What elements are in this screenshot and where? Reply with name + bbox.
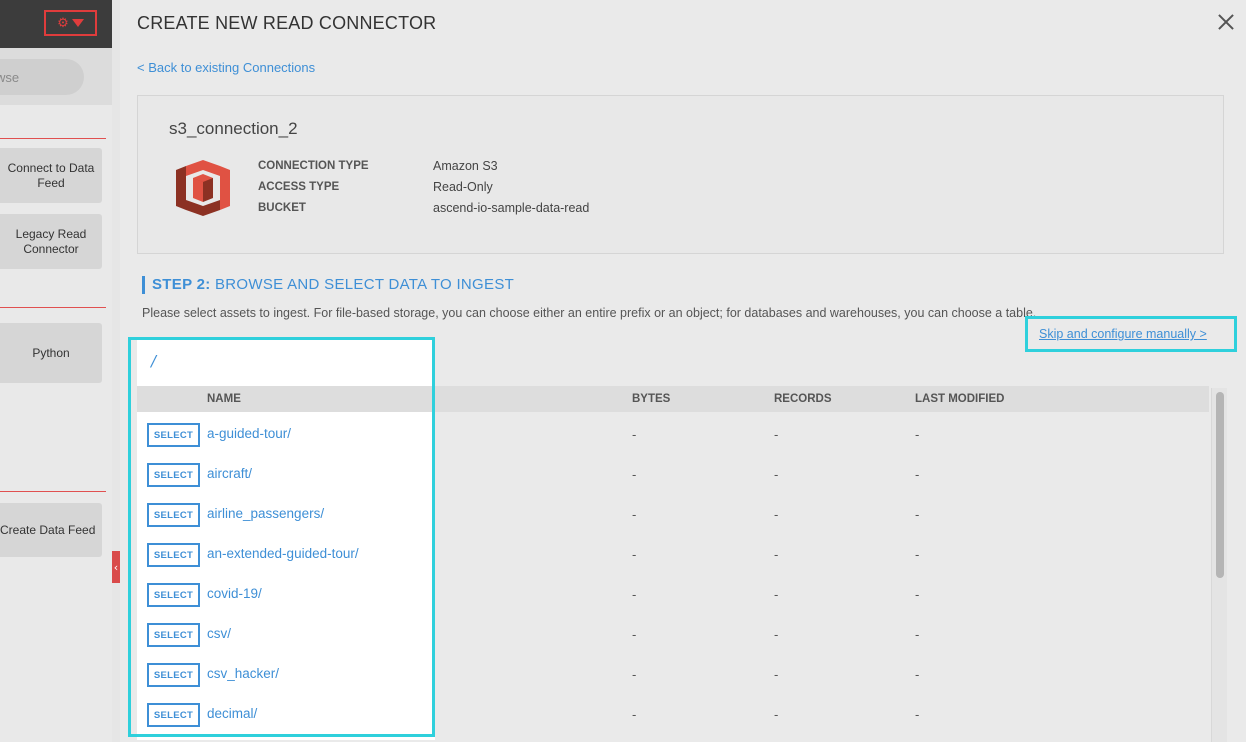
last-modified-cell: -	[915, 587, 920, 602]
last-modified-cell: -	[915, 547, 920, 562]
metadata-key: CONNECTION TYPE	[258, 159, 369, 172]
table-row: SELECT a-guided-tour/ - - -	[137, 415, 1209, 455]
browse-button[interactable]: wse	[0, 59, 84, 95]
back-to-connections-link[interactable]: < Back to existing Connections	[137, 60, 315, 75]
metadata-key: ACCESS TYPE	[258, 180, 340, 193]
step-description: Please select assets to ingest. For file…	[142, 306, 1037, 320]
panel-title: CREATE NEW READ CONNECTOR	[137, 13, 437, 33]
asset-name-link[interactable]: decimal/	[207, 706, 257, 721]
sidebar-divider	[0, 491, 106, 492]
metadata-row: BUCKET ascend-io-sample-data-read	[258, 197, 589, 218]
table-row: SELECT covid-19/ - - -	[137, 575, 1209, 615]
connection-summary-card: s3_connection_2 CONNECTION TYPE Amazon S…	[137, 95, 1224, 254]
metadata-value: ascend-io-sample-data-read	[433, 200, 590, 215]
panel-header: CREATE NEW READ CONNECTOR	[120, 0, 1246, 46]
metadata-value: Read-Only	[433, 179, 493, 194]
select-button[interactable]: SELECT	[147, 463, 200, 487]
scrollbar-thumb[interactable]	[1216, 392, 1224, 578]
bytes-cell: -	[632, 707, 637, 722]
collapse-panel-tab[interactable]: ‹	[112, 551, 120, 583]
asset-name-link[interactable]: aircraft/	[207, 466, 252, 481]
records-cell: -	[774, 627, 779, 642]
last-modified-cell: -	[915, 427, 920, 442]
bytes-cell: -	[632, 547, 637, 562]
table-row: SELECT decimal/ - - -	[137, 695, 1209, 735]
records-cell: -	[774, 427, 779, 442]
records-cell: -	[774, 467, 779, 482]
select-button[interactable]: SELECT	[147, 423, 200, 447]
last-modified-cell: -	[915, 507, 920, 522]
sidebar-browse-area: wse	[0, 48, 112, 105]
current-path: /	[151, 352, 157, 370]
close-icon[interactable]	[1216, 12, 1236, 32]
select-button[interactable]: SELECT	[147, 543, 200, 567]
last-modified-cell: -	[915, 707, 920, 722]
create-data-feed-button[interactable]: Create Data Feed	[0, 503, 102, 557]
connection-metadata: CONNECTION TYPE Amazon S3 ACCESS TYPE Re…	[258, 155, 589, 218]
sidebar-divider	[0, 138, 106, 139]
column-last-modified-header: LAST MODIFIED	[915, 393, 1005, 405]
settings-dropdown-button[interactable]: ⚙	[44, 10, 97, 36]
legacy-read-connector-button[interactable]: Legacy Read Connector	[0, 214, 102, 269]
connect-to-data-feed-button[interactable]: Connect to Data Feed	[0, 148, 102, 203]
create-connector-panel: CREATE NEW READ CONNECTOR < Back to exis…	[120, 0, 1246, 742]
column-bytes-header: BYTES	[632, 393, 671, 405]
left-sidebar: ⚙ wse Connect to Data Feed Legacy Read C…	[0, 0, 112, 742]
asset-name-link[interactable]: csv_hacker/	[207, 666, 279, 681]
step-heading: BROWSE AND SELECT DATA TO INGEST	[214, 276, 515, 293]
metadata-row: CONNECTION TYPE Amazon S3	[258, 155, 589, 176]
last-modified-cell: -	[915, 667, 920, 682]
table-row: SELECT airline_passengers/ - - -	[137, 495, 1209, 535]
records-cell: -	[774, 667, 779, 682]
metadata-value: Amazon S3	[433, 158, 498, 173]
step-title: STEP 2: BROWSE AND SELECT DATA TO INGEST	[142, 276, 514, 294]
table-row: SELECT an-extended-guided-tour/ - - -	[137, 535, 1209, 575]
connection-name: s3_connection_2	[169, 119, 298, 138]
table-row: SELECT csv/ - - -	[137, 615, 1209, 655]
gear-icon: ⚙	[57, 15, 69, 31]
select-button[interactable]: SELECT	[147, 703, 200, 727]
bytes-cell: -	[632, 467, 637, 482]
asset-name-link[interactable]: airline_passengers/	[207, 506, 324, 521]
metadata-key: BUCKET	[258, 201, 306, 214]
python-button[interactable]: Python	[0, 323, 102, 383]
asset-browser: / NAME BYTES RECORDS LAST MODIFIED SELEC…	[128, 337, 1224, 742]
asset-name-link[interactable]: covid-19/	[207, 586, 262, 601]
select-button[interactable]: SELECT	[147, 583, 200, 607]
records-cell: -	[774, 507, 779, 522]
asset-name-link[interactable]: an-extended-guided-tour/	[207, 546, 359, 561]
asset-name-link[interactable]: a-guided-tour/	[207, 426, 291, 441]
bytes-cell: -	[632, 507, 637, 522]
table-row: SELECT aircraft/ - - -	[137, 455, 1209, 495]
bytes-cell: -	[632, 627, 637, 642]
records-cell: -	[774, 587, 779, 602]
sidebar-top-bar: ⚙	[0, 0, 112, 48]
records-cell: -	[774, 547, 779, 562]
caret-down-icon	[71, 19, 84, 27]
select-button[interactable]: SELECT	[147, 623, 200, 647]
bytes-cell: -	[632, 587, 637, 602]
skip-configure-manually-link[interactable]: Skip and configure manually >	[1039, 327, 1207, 341]
metadata-row: ACCESS TYPE Read-Only	[258, 176, 589, 197]
table-scrollbar[interactable]	[1211, 388, 1227, 742]
sidebar-divider	[0, 307, 106, 308]
last-modified-cell: -	[915, 467, 920, 482]
asset-name-link[interactable]: csv/	[207, 626, 231, 641]
select-button[interactable]: SELECT	[147, 663, 200, 687]
last-modified-cell: -	[915, 627, 920, 642]
records-cell: -	[774, 707, 779, 722]
amazon-s3-icon	[176, 160, 230, 216]
table-row: SELECT csv_hacker/ - - -	[137, 655, 1209, 695]
step-prefix: STEP 2:	[152, 276, 211, 293]
column-records-header: RECORDS	[774, 393, 832, 405]
table-header: NAME BYTES RECORDS LAST MODIFIED	[137, 386, 1209, 412]
bytes-cell: -	[632, 667, 637, 682]
column-name-header: NAME	[207, 393, 241, 405]
select-button[interactable]: SELECT	[147, 503, 200, 527]
bytes-cell: -	[632, 427, 637, 442]
